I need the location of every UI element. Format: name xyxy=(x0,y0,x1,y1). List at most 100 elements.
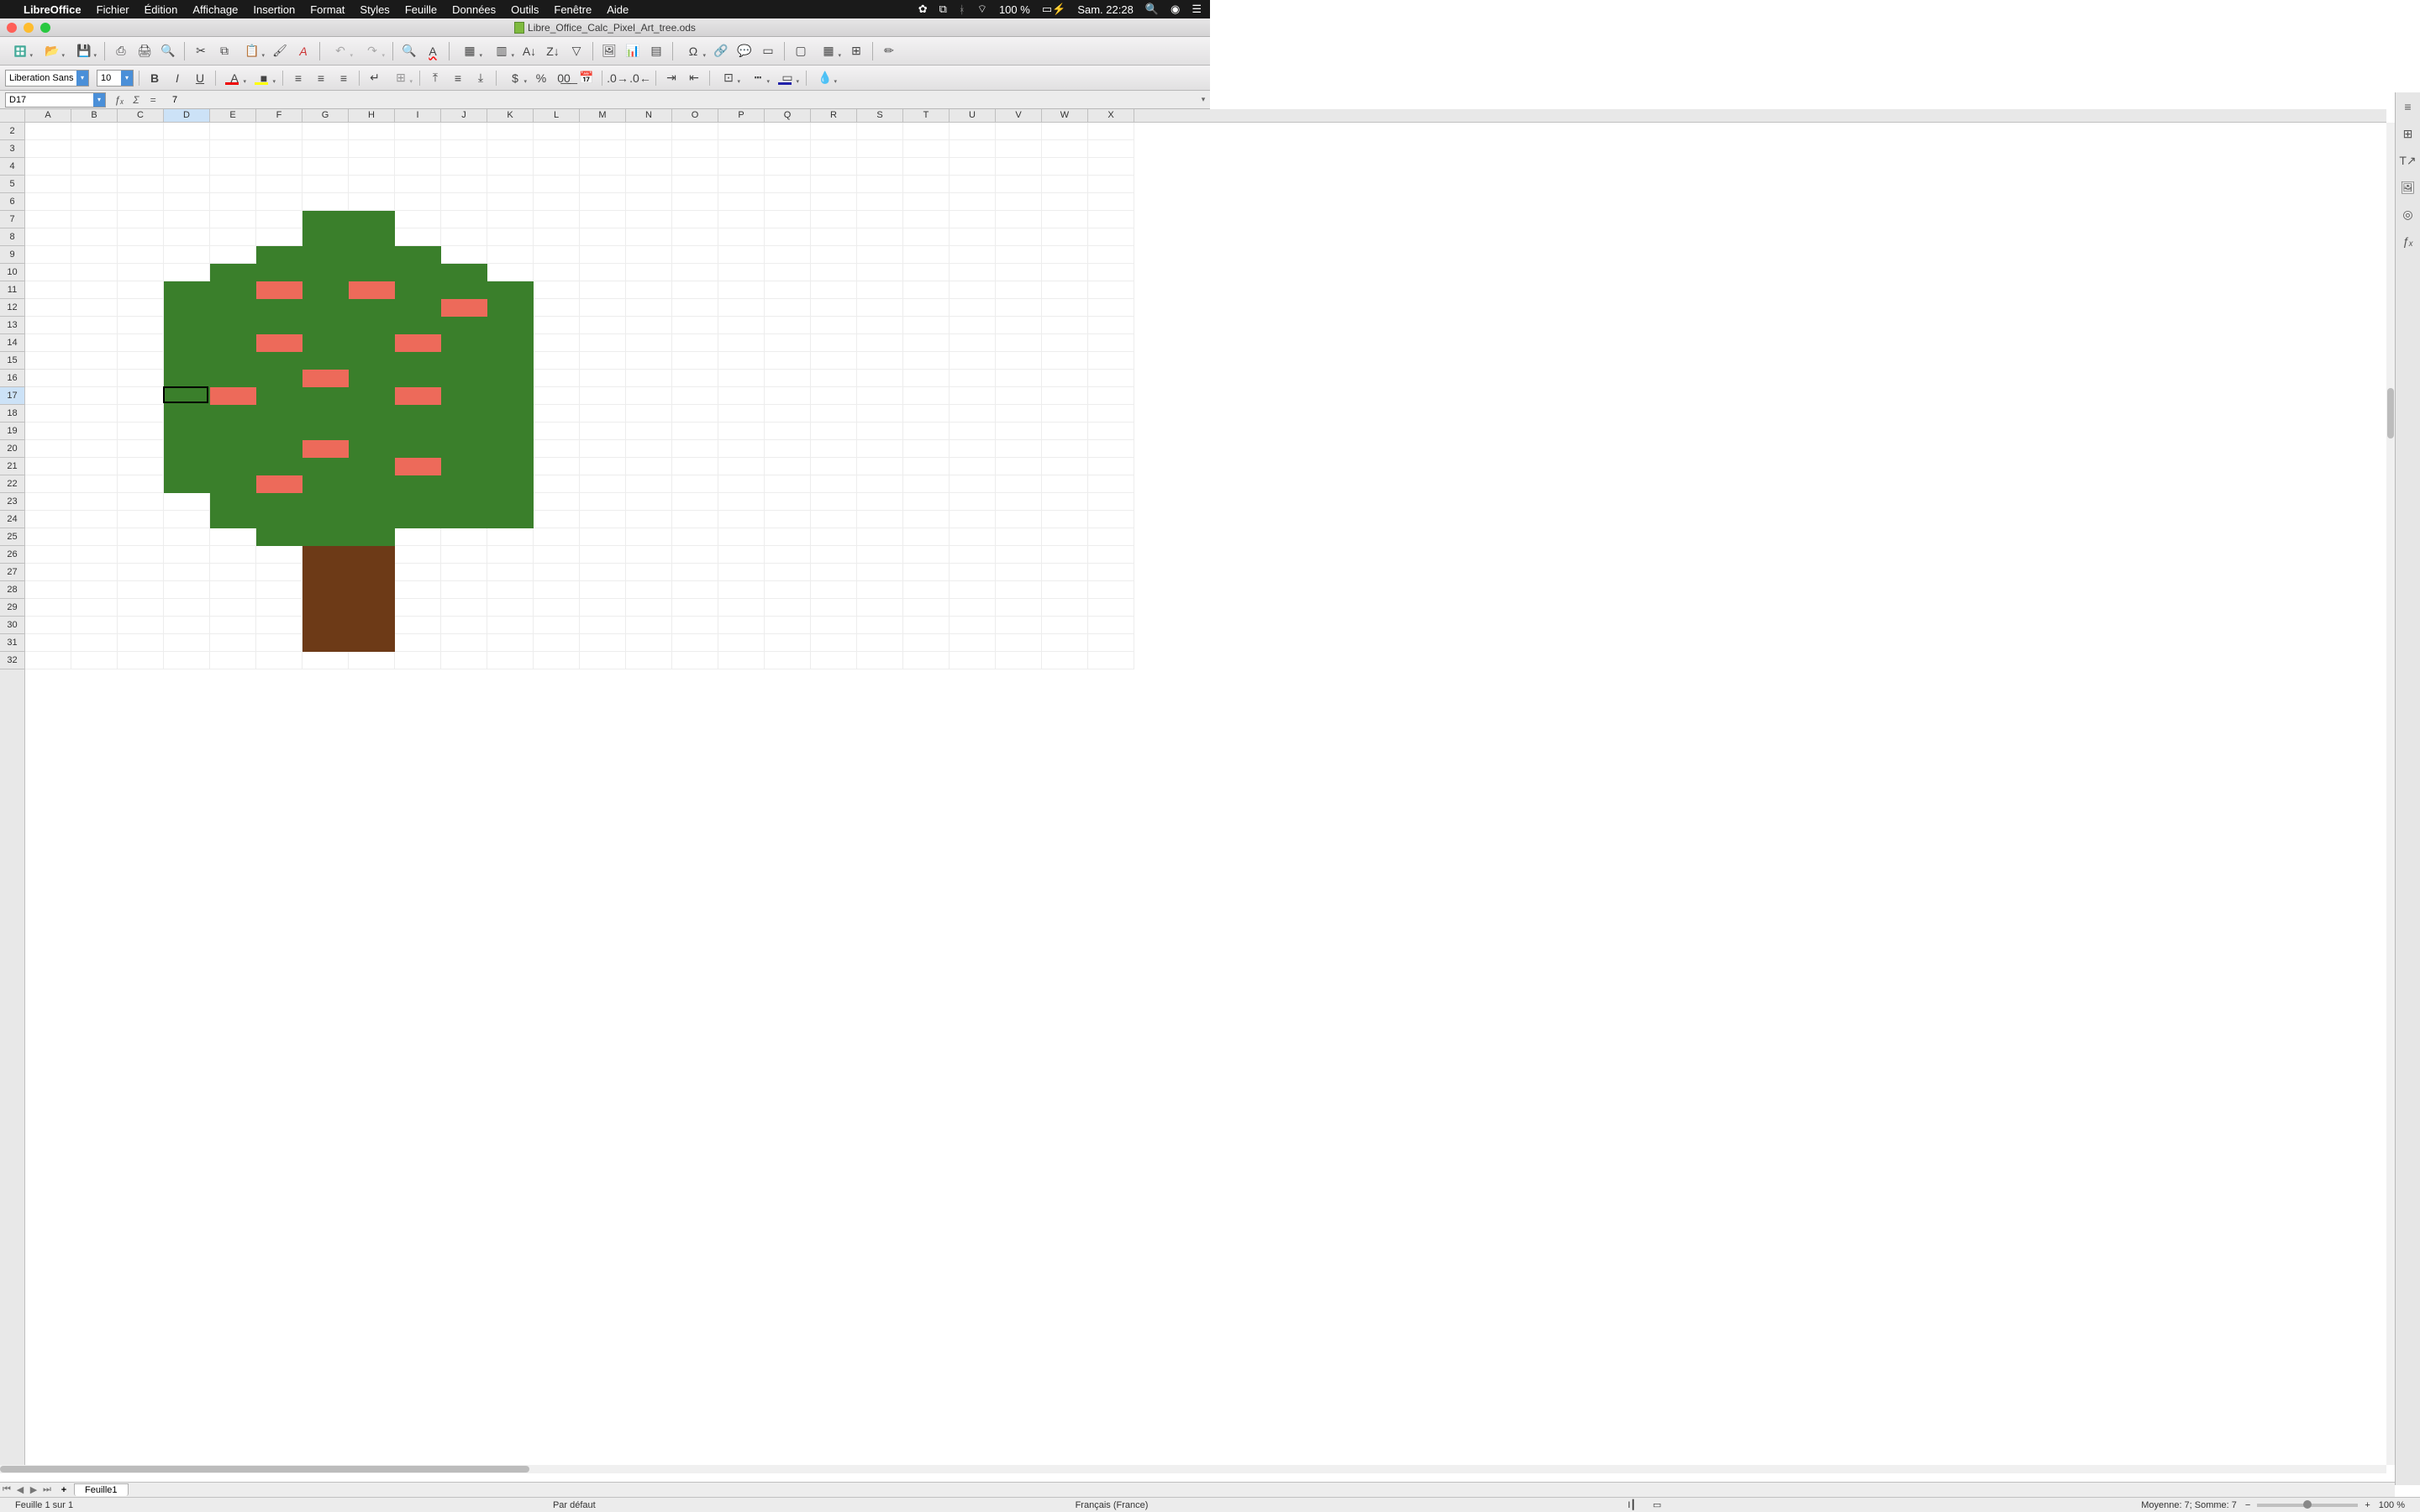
pixel-cell-H28[interactable] xyxy=(349,581,395,599)
pixel-cell-J15[interactable] xyxy=(441,352,487,370)
pixel-cell-I11[interactable] xyxy=(395,281,441,299)
selection-mode-icon[interactable]: ▭ xyxy=(1644,1499,1670,1510)
column-header-Q[interactable]: Q xyxy=(765,109,811,122)
column-header-N[interactable]: N xyxy=(626,109,672,122)
pixel-cell-K16[interactable] xyxy=(487,370,534,387)
row-header-17[interactable]: 17 xyxy=(0,387,24,405)
column-header-V[interactable]: V xyxy=(996,109,1042,122)
pixel-cell-E12[interactable] xyxy=(210,299,256,317)
column-header-L[interactable]: L xyxy=(534,109,580,122)
pixel-cell-D21[interactable] xyxy=(164,458,210,475)
equals-icon[interactable]: = xyxy=(146,94,160,106)
column-button[interactable]: ▥ xyxy=(487,40,517,62)
font-name-dropdown-icon[interactable]: ▾ xyxy=(76,71,88,86)
pixel-cell-H31[interactable] xyxy=(349,634,395,652)
align-right-button[interactable]: ≡ xyxy=(334,69,354,87)
row-button[interactable]: ▦ xyxy=(455,40,485,62)
pixel-cell-F19[interactable] xyxy=(256,423,302,440)
pixel-cell-H17[interactable] xyxy=(349,387,395,405)
pixel-cell-K18[interactable] xyxy=(487,405,534,423)
pixel-cell-F16[interactable] xyxy=(256,370,302,387)
horizontal-scrollbar[interactable] xyxy=(0,1465,2386,1473)
column-header-H[interactable]: H xyxy=(349,109,395,122)
define-print-area-button[interactable]: ▢ xyxy=(790,40,812,62)
column-header-K[interactable]: K xyxy=(487,109,534,122)
find-button[interactable]: 🔍 xyxy=(398,40,420,62)
pixel-cell-K11[interactable] xyxy=(487,281,534,299)
pixel-cell-I17[interactable] xyxy=(395,387,441,405)
row-header-8[interactable]: 8 xyxy=(0,228,24,246)
select-all-corner[interactable] xyxy=(0,109,25,123)
add-sheet-button[interactable]: + xyxy=(57,1485,71,1495)
pixel-cell-G11[interactable] xyxy=(302,281,349,299)
sidebar-functions-icon[interactable]: ƒₓ xyxy=(2399,232,2417,250)
menu-edition[interactable]: Édition xyxy=(145,3,178,16)
spellcheck-button[interactable]: A xyxy=(422,40,444,62)
column-header-J[interactable]: J xyxy=(441,109,487,122)
pixel-cell-K17[interactable] xyxy=(487,387,534,405)
column-header-O[interactable]: O xyxy=(672,109,718,122)
pixel-cell-H30[interactable] xyxy=(349,617,395,634)
redo-button[interactable]: ↷ xyxy=(357,40,387,62)
language-label[interactable]: Français (France) xyxy=(1067,1500,1157,1510)
row-header-20[interactable]: 20 xyxy=(0,440,24,458)
percent-button[interactable]: % xyxy=(531,69,551,87)
pixel-cell-G13[interactable] xyxy=(302,317,349,334)
sidebar-settings-icon[interactable]: ≡ xyxy=(2399,97,2417,116)
menu-styles[interactable]: Styles xyxy=(360,3,389,16)
aggregate-label[interactable]: Moyenne: 7; Somme: 7 xyxy=(2133,1500,2245,1510)
pixel-cell-K22[interactable] xyxy=(487,475,534,493)
sort-asc-button[interactable]: A↓ xyxy=(518,40,540,62)
pixel-cell-D14[interactable] xyxy=(164,334,210,352)
cell-area[interactable] xyxy=(25,123,2386,1465)
row-header-24[interactable]: 24 xyxy=(0,511,24,528)
pixel-cell-I14[interactable] xyxy=(395,334,441,352)
pixel-cell-D18[interactable] xyxy=(164,405,210,423)
pixel-cell-G20[interactable] xyxy=(302,440,349,458)
pixel-cell-G10[interactable] xyxy=(302,264,349,281)
column-header-G[interactable]: G xyxy=(302,109,349,122)
pixel-cell-K23[interactable] xyxy=(487,493,534,511)
sum-icon[interactable]: Σ xyxy=(129,94,143,106)
pixel-cell-J24[interactable] xyxy=(441,511,487,528)
row-header-22[interactable]: 22 xyxy=(0,475,24,493)
pixel-cell-E20[interactable] xyxy=(210,440,256,458)
menu-donnees[interactable]: Données xyxy=(452,3,496,16)
clear-format-button[interactable]: A xyxy=(292,40,314,62)
column-header-C[interactable]: C xyxy=(118,109,164,122)
export-pdf-button[interactable]: ⎙ xyxy=(110,40,132,62)
pixel-cell-H14[interactable] xyxy=(349,334,395,352)
column-header-W[interactable]: W xyxy=(1042,109,1088,122)
pixel-cell-F24[interactable] xyxy=(256,511,302,528)
pixel-cell-K24[interactable] xyxy=(487,511,534,528)
comment-button[interactable]: 💬 xyxy=(734,40,755,62)
zoom-percent[interactable]: 100 % xyxy=(2370,1500,2413,1510)
pixel-cell-F12[interactable] xyxy=(256,299,302,317)
increase-indent-button[interactable]: ⇥ xyxy=(661,69,681,87)
pixel-cell-I24[interactable] xyxy=(395,511,441,528)
pixel-cell-I19[interactable] xyxy=(395,423,441,440)
pixel-cell-H13[interactable] xyxy=(349,317,395,334)
row-header-3[interactable]: 3 xyxy=(0,140,24,158)
row-header-14[interactable]: 14 xyxy=(0,334,24,352)
pixel-cell-D16[interactable] xyxy=(164,370,210,387)
freeze-button[interactable]: ▦ xyxy=(813,40,844,62)
column-headers[interactable]: ABCDEFGHIJKLMNOPQRSTUVWX xyxy=(25,109,2386,123)
decrease-indent-button[interactable]: ⇤ xyxy=(684,69,704,87)
next-sheet-icon[interactable]: ▶ xyxy=(27,1484,40,1495)
menu-format[interactable]: Format xyxy=(310,3,345,16)
row-headers[interactable]: 2345678910111213141516171819202122232425… xyxy=(0,123,25,1465)
align-bottom-button[interactable]: ⤓ xyxy=(471,69,491,87)
pixel-cell-I18[interactable] xyxy=(395,405,441,423)
pixel-cell-G17[interactable] xyxy=(302,387,349,405)
pixel-cell-E14[interactable] xyxy=(210,334,256,352)
page-style-label[interactable]: Par défaut xyxy=(544,1500,604,1510)
add-decimal-button[interactable]: .0→ xyxy=(608,69,628,87)
row-header-23[interactable]: 23 xyxy=(0,493,24,511)
pixel-cell-E11[interactable] xyxy=(210,281,256,299)
align-center-button[interactable]: ≡ xyxy=(311,69,331,87)
row-header-10[interactable]: 10 xyxy=(0,264,24,281)
function-wizard-icon[interactable]: ƒₓ xyxy=(113,94,126,106)
pixel-cell-I12[interactable] xyxy=(395,299,441,317)
column-header-F[interactable]: F xyxy=(256,109,302,122)
